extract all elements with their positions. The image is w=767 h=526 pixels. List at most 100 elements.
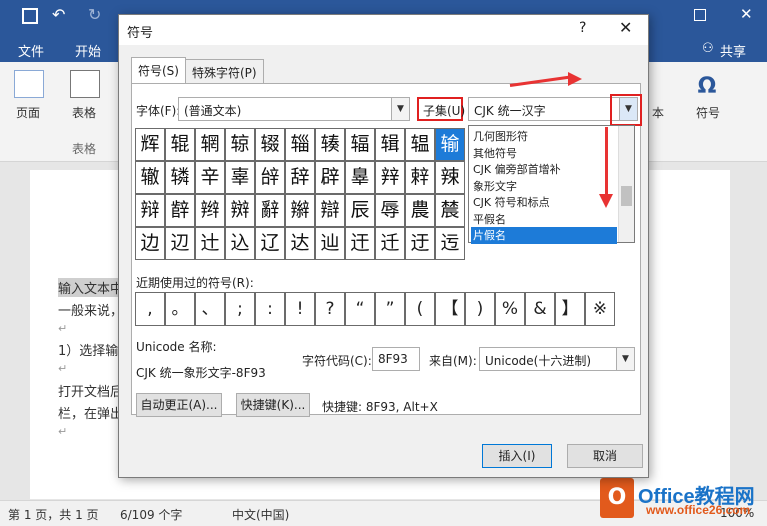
symbol-cell[interactable]: 辭 (255, 194, 285, 227)
recent-symbol-cell[interactable]: ; (225, 292, 255, 326)
subset-option[interactable]: 其他符号 (471, 145, 617, 162)
save-icon[interactable] (22, 8, 38, 24)
symbol-cell[interactable]: 边 (135, 227, 165, 260)
recent-symbol-cell[interactable]: 、 (195, 292, 225, 326)
symbol-cell[interactable]: 辰 (345, 194, 375, 227)
scrollbar-thumb[interactable] (621, 186, 632, 206)
symbol-cell[interactable]: 辢 (405, 161, 435, 194)
redo-icon[interactable]: ↻ (88, 5, 101, 24)
symbol-cell[interactable]: 辫 (195, 194, 225, 227)
symbol-cell[interactable]: 辜 (225, 161, 255, 194)
chevron-down-icon[interactable]: ▼ (616, 348, 634, 370)
autocorrect-button[interactable]: 自动更正(A)... (136, 393, 222, 417)
insert-button[interactable]: 插入(I) (482, 444, 552, 468)
text-label[interactable]: 本 (652, 104, 664, 121)
table-label[interactable]: 表格 (72, 104, 96, 121)
tab-home[interactable]: 开始 (75, 41, 101, 60)
window-close-icon[interactable]: ✕ (740, 5, 753, 23)
symbol-cell[interactable]: 辑 (375, 128, 405, 161)
subset-dropdown-list[interactable]: 几何图形符 其他符号 CJK 偏旁部首增补 象形文字 CJK 符号和标点 平假名 片假名 (468, 125, 635, 244)
recent-symbol-cell[interactable]: ” (375, 292, 405, 326)
recent-symbol-cell[interactable]: , (135, 292, 165, 326)
symbol-cell[interactable]: 辛 (195, 161, 225, 194)
chevron-down-icon[interactable]: ▼ (391, 98, 409, 120)
symbol-cell[interactable]: 辣 (435, 161, 465, 194)
tab-file[interactable]: 文件 (18, 41, 44, 60)
tab-special-characters[interactable]: 特殊字符(P) (185, 59, 264, 83)
omega-icon[interactable]: Ω (692, 72, 722, 102)
symbol-cell[interactable]: 辏 (315, 128, 345, 161)
subset-option[interactable]: CJK 偏旁部首增补 (471, 161, 617, 178)
symbol-cell[interactable]: 辍 (255, 128, 285, 161)
symbol-cell[interactable]: 辟 (315, 161, 345, 194)
symbol-cell[interactable]: 辿 (315, 227, 345, 260)
symbol-cell[interactable]: 辮 (285, 194, 315, 227)
symbol-cell[interactable]: 込 (225, 227, 255, 260)
symbol-cell[interactable]: 辱 (375, 194, 405, 227)
symbol-cell[interactable]: 辳 (435, 194, 465, 227)
shortcut-key-button[interactable]: 快捷键(K)... (236, 393, 310, 417)
symbol-label[interactable]: 符号 (696, 104, 720, 121)
recent-symbol-cell[interactable]: ! (285, 292, 315, 326)
recent-symbol-cell[interactable]: 】 (555, 292, 585, 326)
recent-symbol-cell[interactable]: ? (315, 292, 345, 326)
recent-symbol-cell[interactable]: ) (465, 292, 495, 326)
undo-icon[interactable]: ↶ (52, 5, 65, 24)
dropdown-scrollbar[interactable] (618, 126, 634, 242)
language-status[interactable]: 中文(中国) (232, 506, 289, 523)
symbol-cell[interactable]: 辎 (285, 128, 315, 161)
close-button[interactable]: ✕ (619, 18, 632, 37)
font-select[interactable]: (普通文本) ▼ (178, 97, 410, 121)
share-button[interactable]: 共享 (720, 41, 746, 60)
cancel-button[interactable]: 取消 (567, 444, 643, 468)
symbol-cell[interactable]: 辞 (285, 161, 315, 194)
symbol-cell[interactable]: 辻 (195, 227, 225, 260)
symbol-cell[interactable]: 迁 (375, 227, 405, 260)
from-select[interactable]: Unicode(十六进制) ▼ (479, 347, 635, 371)
symbol-cell[interactable]: 辝 (255, 161, 285, 194)
subset-option[interactable]: CJK 符号和标点 (471, 194, 617, 211)
recent-symbol-cell[interactable]: 。 (165, 292, 195, 326)
help-button[interactable]: ? (579, 20, 586, 36)
symbol-cell[interactable]: 辌 (225, 128, 255, 161)
recent-symbols[interactable]: ,。、;:!? “”(【)% &】 ※ (135, 292, 619, 326)
symbol-cell[interactable]: 辙 (135, 161, 165, 194)
symbol-cell[interactable]: 辠 (345, 161, 375, 194)
symbol-cell[interactable]: 迀 (345, 227, 375, 260)
subset-option[interactable]: 片假名 (471, 227, 617, 244)
recent-symbol-cell[interactable]: % (495, 292, 525, 326)
tab-symbols[interactable]: 符号(S) (131, 57, 186, 83)
char-code-input[interactable]: 8F93 (372, 347, 420, 371)
recent-symbol-cell[interactable]: “ (345, 292, 375, 326)
recent-symbol-cell[interactable]: : (255, 292, 285, 326)
symbol-cell[interactable]: 迂 (405, 227, 435, 260)
symbol-cell[interactable]: 辉 (135, 128, 165, 161)
symbol-cell[interactable]: 辚 (165, 161, 195, 194)
symbol-cell[interactable]: 迃 (435, 227, 465, 260)
symbol-cell[interactable]: 达 (285, 227, 315, 260)
symbol-cell[interactable]: 辊 (165, 128, 195, 161)
recent-symbol-cell[interactable]: ※ (585, 292, 615, 326)
table-icon[interactable] (70, 70, 100, 98)
pages-label[interactable]: 页面 (16, 104, 40, 121)
subset-option[interactable]: 几何图形符 (471, 128, 617, 145)
recent-symbol-cell[interactable]: 【 (435, 292, 465, 326)
word-count[interactable]: 6/109 个字 (120, 506, 182, 523)
page-count[interactable]: 第 1 页，共 1 页 (8, 506, 99, 523)
symbol-cell[interactable]: 辽 (255, 227, 285, 260)
recent-symbol-cell[interactable]: & (525, 292, 555, 326)
symbol-cell[interactable]: 辐 (345, 128, 375, 161)
recent-symbol-cell[interactable]: ( (405, 292, 435, 326)
restore-window-icon[interactable] (694, 9, 706, 21)
symbol-cell[interactable]: 辺 (165, 227, 195, 260)
symbol-cell[interactable]: 辪 (165, 194, 195, 227)
symbol-cell[interactable]: 農 (405, 194, 435, 227)
subset-option[interactable]: 平假名 (471, 211, 617, 228)
subset-option[interactable]: 象形文字 (471, 178, 617, 195)
symbol-cell[interactable]: 输 (435, 128, 465, 161)
symbol-cell[interactable]: 辒 (405, 128, 435, 161)
symbol-cell[interactable]: 辬 (225, 194, 255, 227)
symbol-cell[interactable]: 辩 (135, 194, 165, 227)
symbol-cell[interactable]: 辡 (375, 161, 405, 194)
symbol-cell[interactable]: 辯 (315, 194, 345, 227)
